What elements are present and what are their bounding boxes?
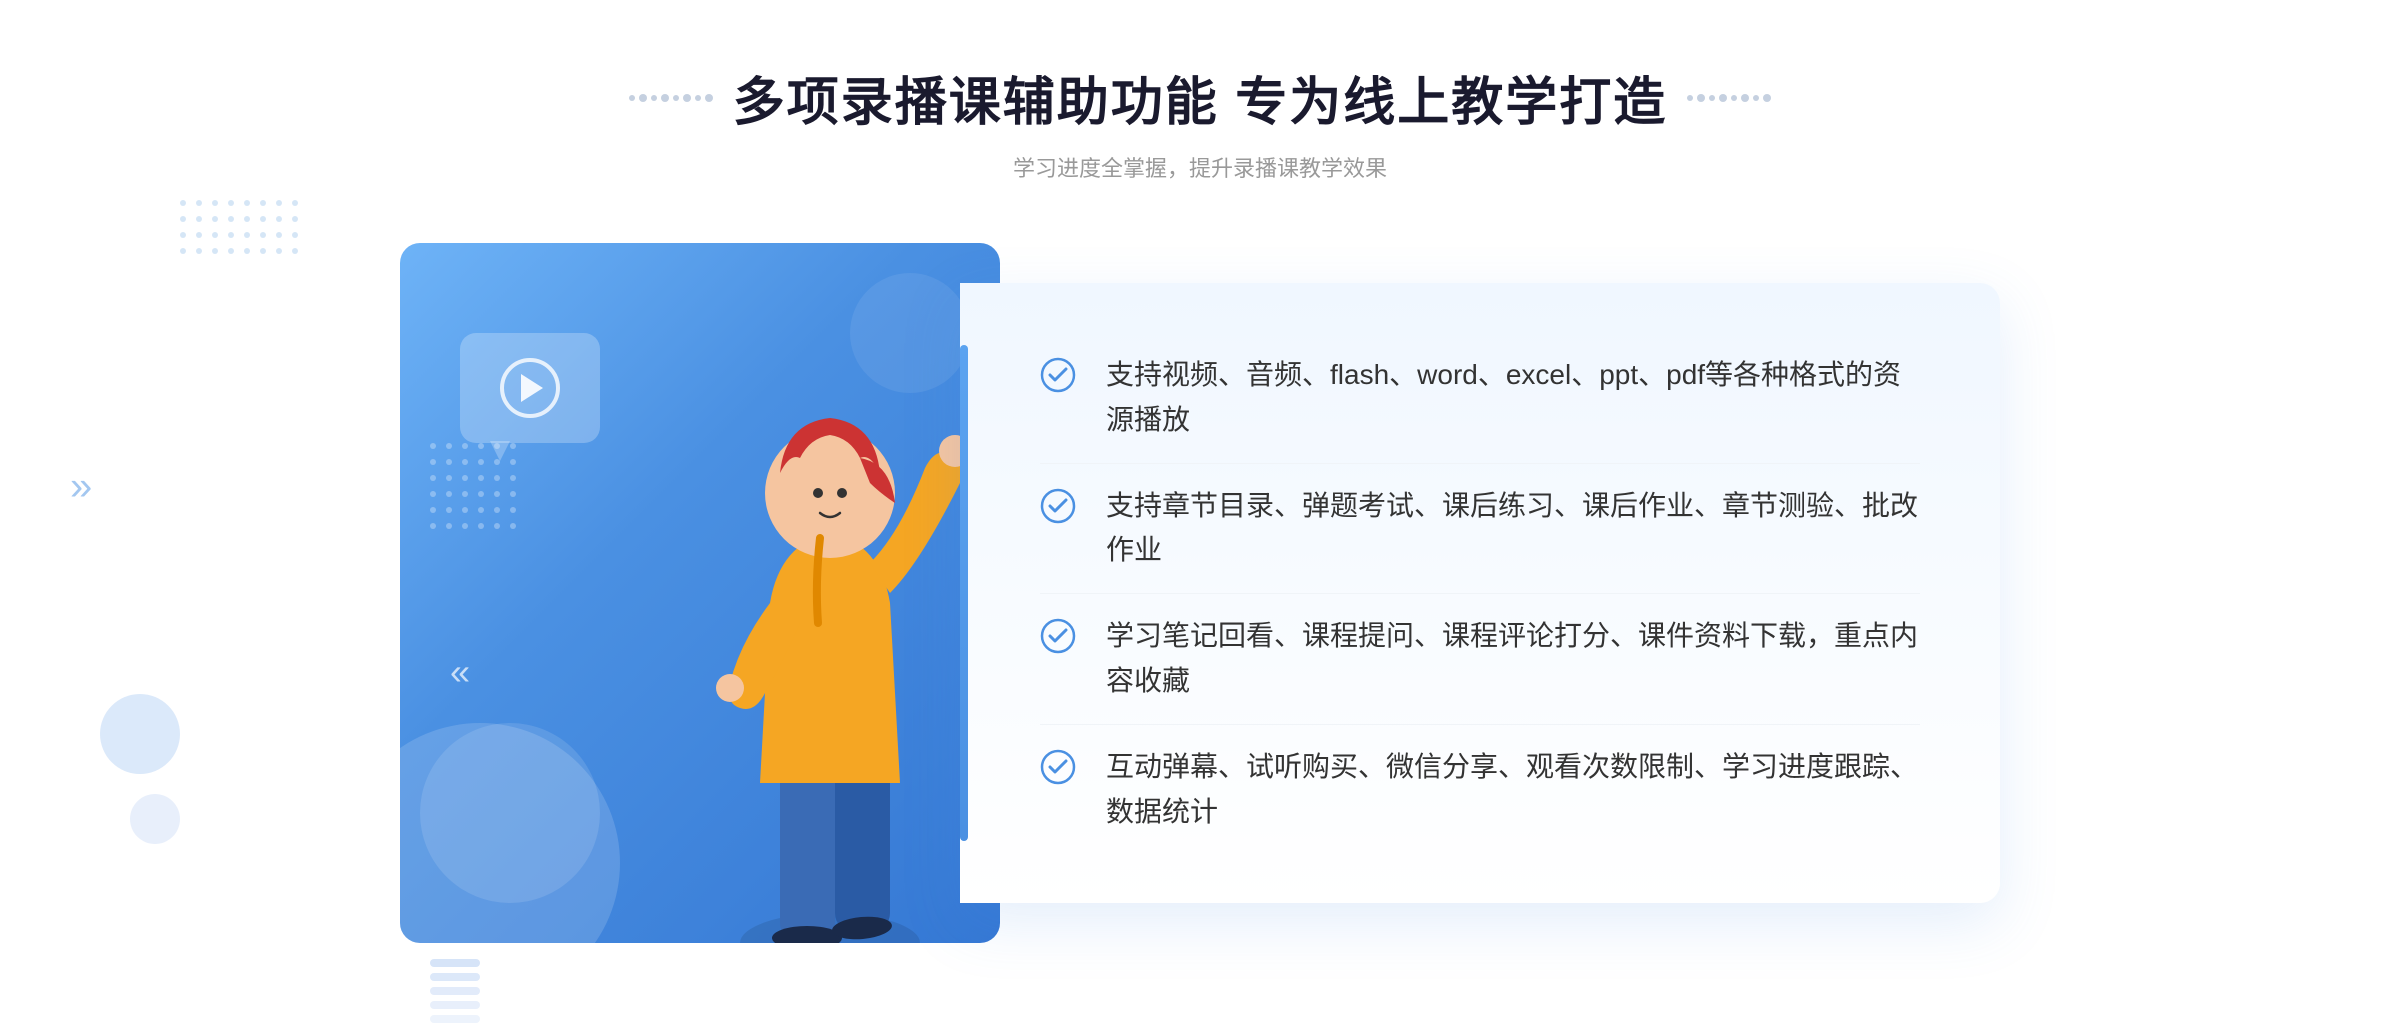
feature-text-2: 支持章节目录、弹题考试、课后练习、课后作业、章节测验、批改作业 <box>1106 484 1920 574</box>
feature-item-2: 支持章节目录、弹题考试、课后练习、课后作业、章节测验、批改作业 <box>1040 464 1920 595</box>
title-row: 多项录播课辅助功能 专为线上教学打造 <box>629 60 1771 135</box>
feature-item-1: 支持视频、音频、flash、word、excel、ppt、pdf等各种格式的资源… <box>1040 333 1920 464</box>
bg-dot-pattern-left <box>180 200 298 254</box>
page-subtitle: 学习进度全掌握，提升录播课教学效果 <box>629 151 1771 183</box>
check-icon-1 <box>1040 357 1076 393</box>
feature-text-4: 互动弹幕、试听购买、微信分享、观看次数限制、学习进度跟踪、数据统计 <box>1106 745 1920 835</box>
feature-item-3: 学习笔记回看、课程提问、课程评论打分、课件资料下载，重点内容收藏 <box>1040 594 1920 725</box>
play-icon <box>500 358 560 418</box>
check-icon-3 <box>1040 618 1076 654</box>
page-container: » 多项录播课辅助功能 专为线上教学打造 学习进度全掌握，提升录播课教学效果 <box>0 0 2400 974</box>
arrow-decoration: « <box>450 651 470 693</box>
deco-circle-far-left <box>100 694 180 774</box>
feature-text-1: 支持视频、音频、flash、word、excel、ppt、pdf等各种格式的资源… <box>1106 353 1920 443</box>
content-area: « <box>400 243 2000 943</box>
deco-circle-medium <box>420 723 600 903</box>
check-icon-4 <box>1040 749 1076 785</box>
stripe-decoration <box>430 959 480 1023</box>
feature-text-3: 学习笔记回看、课程提问、课程评论打分、课件资料下载，重点内容收藏 <box>1106 614 1920 704</box>
header-dots-left <box>629 94 713 102</box>
panel-left-accent <box>960 345 968 841</box>
person-illustration <box>640 363 1000 943</box>
play-triangle <box>521 374 543 402</box>
illustration-dot-grid <box>430 443 516 529</box>
deco-circle-far-left-2 <box>130 794 180 844</box>
check-icon-2 <box>1040 488 1076 524</box>
features-panel: 支持视频、音频、flash、word、excel、ppt、pdf等各种格式的资源… <box>960 283 2000 903</box>
header-section: 多项录播课辅助功能 专为线上教学打造 学习进度全掌握，提升录播课教学效果 <box>629 60 1771 183</box>
left-chevrons-decoration: » <box>70 465 92 510</box>
page-title: 多项录播课辅助功能 专为线上教学打造 <box>733 60 1667 135</box>
illustration-background: « <box>400 243 1000 943</box>
play-bubble <box>460 333 600 443</box>
feature-item-4: 互动弹幕、试听购买、微信分享、观看次数限制、学习进度跟踪、数据统计 <box>1040 725 1920 855</box>
header-dots-right <box>1687 94 1771 102</box>
illustration-area: « <box>400 243 1000 943</box>
